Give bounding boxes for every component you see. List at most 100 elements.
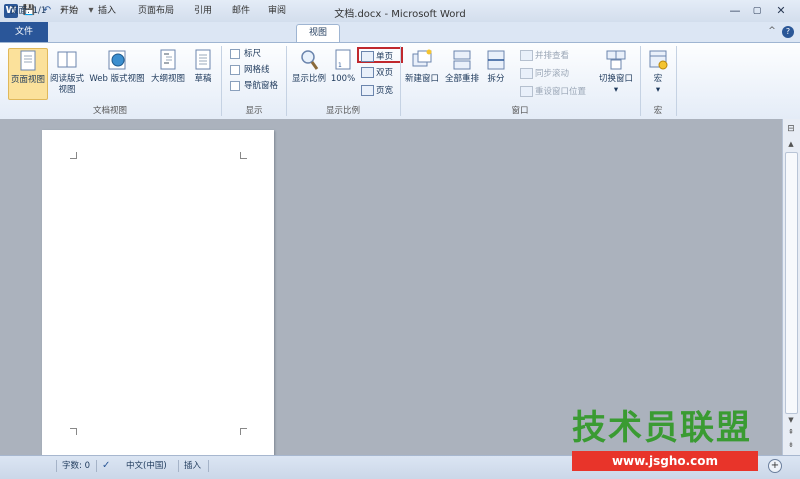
page-corner-mark xyxy=(240,152,247,159)
new-window-label: 新建窗口 xyxy=(404,74,439,84)
arrange-all-button[interactable]: 全部重排 xyxy=(443,48,481,98)
tab-home[interactable]: 开始 xyxy=(52,3,86,20)
sync-scroll-label: 同步滚动 xyxy=(535,69,570,79)
zoom-label: 显示比例 xyxy=(291,74,326,84)
status-language[interactable]: 中文(中国) xyxy=(126,459,167,473)
tab-references[interactable]: 引用 xyxy=(186,3,220,20)
group-label-macros: 宏 xyxy=(653,106,663,116)
ruler-toggle-icon[interactable]: ⊟ xyxy=(785,124,797,136)
synchronous-scrolling-button[interactable]: 同步滚动 xyxy=(520,67,569,81)
page-width-icon xyxy=(361,85,374,96)
tab-mailings[interactable]: 邮件 xyxy=(224,3,258,20)
print-layout-button[interactable]: 页面视图 xyxy=(8,48,48,100)
reset-window-position-button[interactable]: 重设窗口位置 xyxy=(520,85,586,99)
switch-windows-icon xyxy=(606,50,626,70)
close-button[interactable]: ✕ xyxy=(770,3,792,19)
draft-icon xyxy=(195,49,211,70)
hundred-percent-button[interactable]: 1 100% xyxy=(330,48,356,98)
web-layout-button[interactable]: Web 版式视图 xyxy=(88,48,146,98)
watermark-url: www.jsgho.com xyxy=(572,451,758,471)
scrollbar-thumb[interactable] xyxy=(785,152,798,414)
reading-view-label-1: 阅读版式 xyxy=(49,74,84,84)
chevron-down-icon: ▾ xyxy=(655,85,661,95)
split-icon xyxy=(487,50,505,70)
page-corner-mark xyxy=(70,152,77,159)
scroll-up-icon[interactable]: ▲ xyxy=(786,140,796,150)
status-separator xyxy=(96,460,97,472)
checkbox-box xyxy=(230,64,240,75)
outline-icon xyxy=(160,49,176,70)
one-page-label: 单页 xyxy=(376,52,394,62)
print-layout-label: 页面视图 xyxy=(10,75,45,85)
reset-window-position-label: 重设窗口位置 xyxy=(535,87,587,97)
group-label-zoom: 显示比例 xyxy=(325,106,360,116)
group-label-window: 窗口 xyxy=(511,106,529,116)
ribbon-collapse-icon[interactable]: ^ xyxy=(766,26,778,38)
reading-view-icon xyxy=(57,51,77,68)
maximize-button[interactable]: ▢ xyxy=(746,3,768,19)
macro-icon xyxy=(649,50,668,70)
status-separator xyxy=(178,460,179,472)
minimize-button[interactable]: — xyxy=(724,3,746,19)
hundred-percent-label: 100% xyxy=(330,74,356,84)
page-width-button[interactable]: 页宽 xyxy=(361,84,393,98)
page-corner-mark xyxy=(70,428,77,435)
status-separator xyxy=(208,460,209,472)
tab-page-layout[interactable]: 页面布局 xyxy=(128,3,184,20)
svg-text:1: 1 xyxy=(338,62,342,69)
side-by-side-icon xyxy=(520,50,533,61)
two-pages-button[interactable]: 双页 xyxy=(361,66,393,80)
proofing-icon[interactable]: ✓ xyxy=(102,459,110,473)
tab-view[interactable]: 视图 xyxy=(296,24,340,44)
group-separator xyxy=(676,46,677,116)
web-globe-icon xyxy=(108,50,126,70)
split-button[interactable]: 拆分 xyxy=(483,48,509,98)
tab-review[interactable]: 审阅 xyxy=(260,3,294,20)
status-page-count[interactable]: 页面: 1/1 xyxy=(10,4,46,18)
outline-button[interactable]: 大纲视图 xyxy=(148,48,188,98)
navigation-pane-checkbox[interactable]: 导航窗格 xyxy=(230,79,278,93)
one-page-icon xyxy=(361,51,374,62)
ribbon-tab-row xyxy=(0,22,800,42)
split-label: 拆分 xyxy=(487,74,505,84)
next-page-icon[interactable]: ⇟ xyxy=(786,441,796,451)
group-label-document-views: 文档视图 xyxy=(92,106,127,116)
new-window-icon xyxy=(412,49,432,67)
group-label-show: 显示 xyxy=(245,106,263,116)
ruler-checkbox[interactable]: 标尺 xyxy=(230,47,261,61)
reset-window-icon xyxy=(520,86,533,97)
help-icon[interactable]: ? xyxy=(782,26,794,38)
gridlines-label: 网格线 xyxy=(244,65,270,75)
magnifier-icon xyxy=(301,50,319,70)
tab-file[interactable]: 文件 xyxy=(0,22,48,42)
two-pages-icon xyxy=(361,67,374,78)
document-page[interactable] xyxy=(42,130,274,458)
one-page-button[interactable]: 单页 xyxy=(357,47,403,63)
ruler-label: 标尺 xyxy=(244,49,262,59)
status-word-count[interactable]: 字数: 0 xyxy=(62,459,90,473)
macros-button[interactable]: 宏 ▾ xyxy=(644,48,672,98)
status-insert-mode[interactable]: 插入 xyxy=(184,459,201,473)
gridlines-checkbox[interactable]: 网格线 xyxy=(230,63,270,77)
draft-button[interactable]: 草稿 xyxy=(190,48,216,98)
switch-windows-button[interactable]: 切换窗口 ▾ xyxy=(596,48,636,98)
reading-view-label-2: 视图 xyxy=(58,85,76,95)
zoom-in-icon[interactable]: + xyxy=(768,459,782,473)
outline-label: 大纲视图 xyxy=(150,74,185,84)
checkbox-box xyxy=(230,80,240,91)
chevron-down-icon: ▾ xyxy=(613,85,619,95)
arrange-all-icon xyxy=(453,50,471,70)
status-separator xyxy=(56,460,57,472)
full-screen-reading-button[interactable]: 阅读版式 视图 xyxy=(48,48,86,98)
new-window-button[interactable]: 新建窗口 xyxy=(403,48,441,98)
macros-label: 宏 xyxy=(653,74,663,84)
tab-insert[interactable]: 插入 xyxy=(90,3,124,20)
previous-page-icon[interactable]: ⇞ xyxy=(786,428,796,438)
zoom-button[interactable]: 显示比例 xyxy=(289,48,329,98)
view-side-by-side-button[interactable]: 并排查看 xyxy=(520,49,569,63)
hundred-percent-icon: 1 xyxy=(335,49,351,70)
scroll-down-icon[interactable]: ▼ xyxy=(786,416,796,426)
watermark-logo-text: 技术员联盟 xyxy=(572,408,752,448)
print-layout-icon xyxy=(20,50,36,71)
web-layout-label: Web 版式视图 xyxy=(89,74,145,84)
